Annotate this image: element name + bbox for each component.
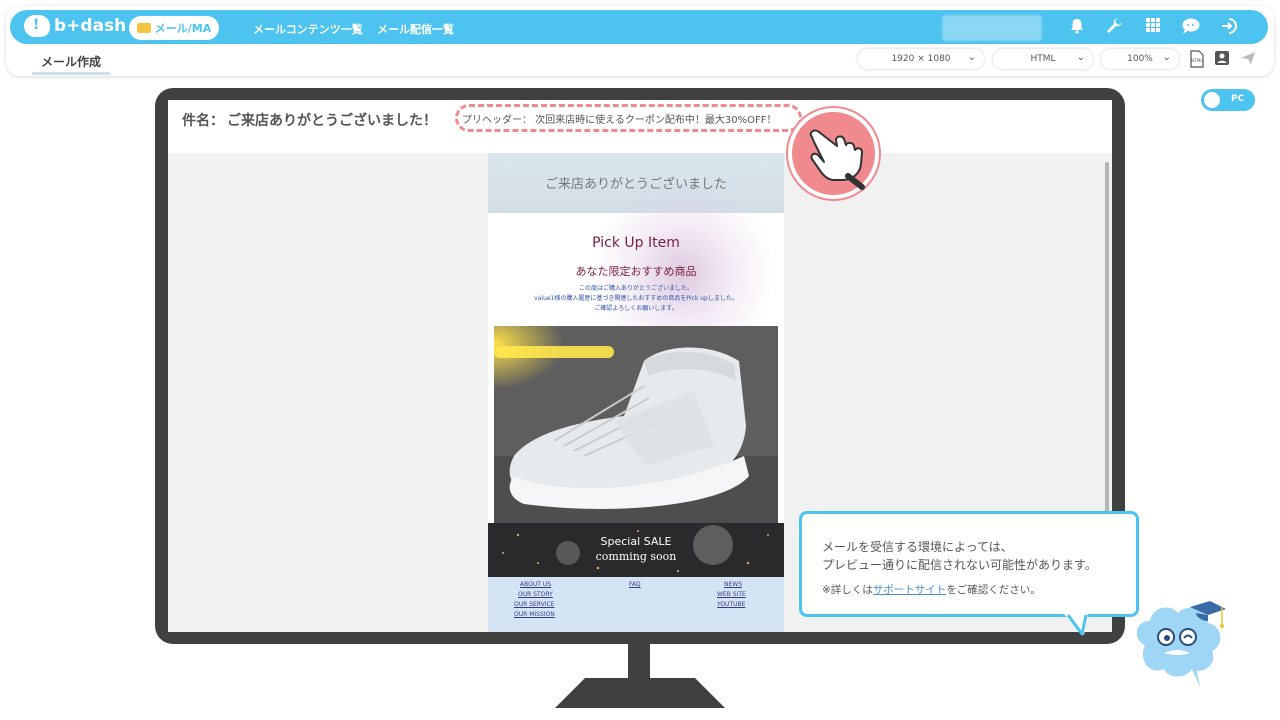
folder-icon [136, 23, 151, 33]
nav-mail-content-list[interactable]: メールコンテンツ一覧 [253, 21, 363, 37]
subject-label: 件名： [182, 113, 224, 129]
pc-toggle[interactable]: PC [1201, 89, 1255, 111]
format-value: HTML [1030, 54, 1056, 64]
support-site-link[interactable]: サポートサイト [873, 584, 947, 596]
chat-icon[interactable] [1180, 17, 1202, 39]
email-preview: ご来店ありがとうございました Pick Up Item あなた限定おすすめ商品 … [488, 153, 784, 632]
send-icon[interactable] [1240, 50, 1256, 68]
footer-link-about[interactable]: ABOUT US [520, 581, 551, 588]
recommend-title: あなた限定おすすめ商品 [575, 265, 697, 278]
bubble-note: ※詳しくはサポートサイトをご確認ください。 [822, 582, 1041, 597]
bubble-note-suffix: をご確認ください。 [946, 584, 1041, 596]
module-label: メール/MA [154, 22, 212, 35]
contact-card-icon[interactable] [1214, 50, 1230, 68]
resolution-value: 1920 × 1080 [891, 54, 951, 64]
email-footer: ABOUT US OUR STORY OUR SERVICE OUR MISSI… [488, 577, 784, 632]
bubble-line-2: プレビュー通りに配信されない可能性があります。 [822, 558, 1097, 572]
bubble-line-1: メールを受信する環境によっては、 [822, 540, 1013, 554]
zoom-value: 100% [1127, 54, 1153, 64]
bubble-tail [1063, 613, 1088, 636]
footer-link-service[interactable]: OUR SERVICE [514, 601, 555, 608]
logo-text: b+dash [54, 16, 127, 36]
zoom-select[interactable]: 100% ⌄ [1101, 49, 1179, 69]
footer-link-youtube[interactable]: YOUTUBE [717, 601, 745, 608]
format-select[interactable]: HTML ⌄ [993, 49, 1093, 69]
product-image[interactable] [494, 326, 778, 524]
subject-text: ご来店ありがとうございました！ [227, 113, 437, 129]
footer-link-story[interactable]: OUR STORY [518, 591, 553, 598]
scrollbar-thumb[interactable] [1105, 162, 1109, 522]
bell-icon[interactable] [1066, 17, 1088, 39]
toggle-knob [1204, 92, 1220, 108]
email-body-line: この度はご購入ありがとうございました。 [578, 285, 693, 292]
toggle-label: PC [1231, 94, 1245, 104]
sale-subtitle: comming soon [595, 550, 677, 563]
user-account-info[interactable] [942, 15, 1042, 41]
monitor-stand-base [555, 678, 725, 708]
pointing-hand-icon [788, 108, 879, 199]
subject-bar: 件名： ご来店ありがとうございました！ プリヘッダー： 次回来店時に使えるクーポ… [168, 100, 1112, 153]
bubble-note-prefix: ※詳しくは [822, 584, 873, 596]
monitor-stand-neck [628, 643, 650, 679]
pickup-title: Pick Up Item [592, 235, 680, 251]
wrench-icon[interactable] [1103, 17, 1125, 39]
logo[interactable]: b+dash [24, 15, 126, 37]
mascot-character-icon [1136, 601, 1226, 687]
resolution-select[interactable]: 1920 × 1080 ⌄ [858, 49, 984, 69]
footer-link-mission[interactable]: OUR MISSION [514, 611, 555, 618]
footer-link-website[interactable]: WEB SITE [717, 591, 746, 598]
logo-icon [24, 15, 50, 37]
chevron-down-icon: ⌄ [1076, 52, 1085, 63]
sale-banner[interactable]: Special SALE comming soon [488, 523, 784, 577]
chevron-down-icon: ⌄ [1162, 52, 1171, 63]
footer-link-news[interactable]: NEWS [724, 581, 742, 588]
html-file-icon[interactable]: HTML [1189, 50, 1205, 68]
logout-icon[interactable] [1219, 17, 1241, 39]
email-hero-text: ご来店ありがとうございました [544, 177, 727, 192]
tab-mail-create[interactable]: メール作成 [32, 53, 110, 75]
footer-link-faq[interactable]: FAQ [629, 581, 641, 588]
chevron-down-icon: ⌄ [967, 52, 976, 63]
sale-title: Special SALE [600, 535, 672, 548]
nav-mail-delivery-list[interactable]: メール配信一覧 [377, 21, 454, 37]
module-mail-ma-button[interactable]: メール/MA [129, 16, 219, 40]
svg-text:HTML: HTML [1191, 58, 1203, 63]
preheader-text: プリヘッダー： 次回来店時に使えるクーポン配布中！最大30%OFF！ [462, 115, 777, 126]
email-body-line: ご確認よろしくお願いします。 [594, 305, 678, 312]
grid-icon[interactable] [1142, 17, 1164, 39]
warning-bubble: メールを受信する環境によっては、 プレビュー通りに配信されない可能性があります。… [799, 511, 1139, 617]
email-body-line: value1様の購入履歴に基づき関連したおすすめの商品をPick upしました。 [534, 295, 738, 302]
